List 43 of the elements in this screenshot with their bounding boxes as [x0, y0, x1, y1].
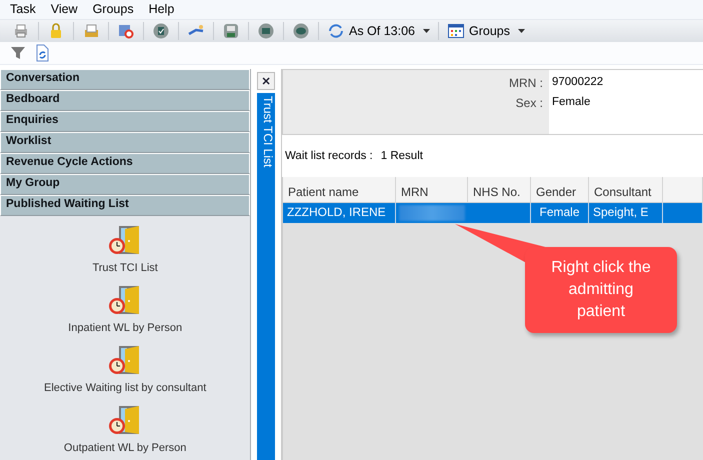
menu-item[interactable]: Help — [142, 2, 184, 16]
sidebar-section-header[interactable]: Bedboard — [0, 90, 250, 111]
records-label: Wait list records : — [285, 150, 373, 162]
redacted-value — [399, 205, 465, 221]
refresh-icon — [327, 22, 345, 40]
menu-item[interactable]: Task — [4, 2, 45, 16]
callout: Right click the admitting patient — [525, 247, 677, 333]
detail-value: 97000222 — [551, 76, 604, 90]
table-cell: Speight, E — [589, 203, 663, 223]
sidebar-section-header[interactable]: Revenue Cycle Actions — [0, 153, 250, 174]
column-header[interactable]: NHS No. — [468, 177, 531, 202]
table-row[interactable]: ZZZHOLD, IRENE Female Speight, E — [283, 203, 703, 223]
column-header[interactable]: MRN — [396, 177, 468, 202]
detail-value: Female — [551, 96, 592, 110]
grid-icon — [447, 22, 466, 40]
vertical-tab[interactable]: Trust TCI List — [257, 93, 276, 460]
as-of-dropdown[interactable]: As Of 13:06 — [323, 20, 434, 42]
sidebar-item[interactable]: Inpatient WL by Person — [68, 322, 182, 334]
close-button[interactable]: ✕ — [257, 72, 276, 90]
menu-item[interactable]: View — [44, 2, 87, 16]
sidebar-section-header[interactable]: Enquiries — [0, 111, 250, 132]
records-count: 1 Result — [380, 150, 423, 162]
sidebar-section-header[interactable]: Worklist — [0, 132, 250, 153]
column-header[interactable]: Consultant — [589, 177, 663, 202]
detail-label: Sex : — [514, 96, 544, 112]
table-cell: Female — [531, 203, 589, 223]
sidebar-section-header[interactable]: Conversation — [0, 69, 250, 90]
papers-icon — [82, 22, 100, 40]
caret-icon — [423, 28, 430, 33]
column-header[interactable]: Gender — [531, 177, 589, 202]
menu-item[interactable]: Groups — [86, 2, 143, 16]
groups-dropdown[interactable]: Groups — [443, 20, 530, 42]
sidebar-item[interactable]: Trust TCI List — [92, 262, 158, 274]
checklist-icon — [152, 22, 170, 40]
sidebar-item[interactable]: Outpatient WL by Person — [64, 442, 186, 454]
column-header[interactable]: Patient name — [283, 177, 396, 202]
sidebar-section-header[interactable]: My Group — [0, 174, 250, 195]
caret-icon — [518, 28, 526, 33]
detail-label: MRN : — [508, 76, 544, 92]
table-cell: ZZZHOLD, IRENE — [283, 203, 396, 223]
screen-icon — [257, 22, 275, 40]
sidebar-item[interactable]: Elective Waiting list by consultant — [44, 382, 206, 394]
sidebar-section-header[interactable]: Published Waiting List — [0, 195, 250, 216]
